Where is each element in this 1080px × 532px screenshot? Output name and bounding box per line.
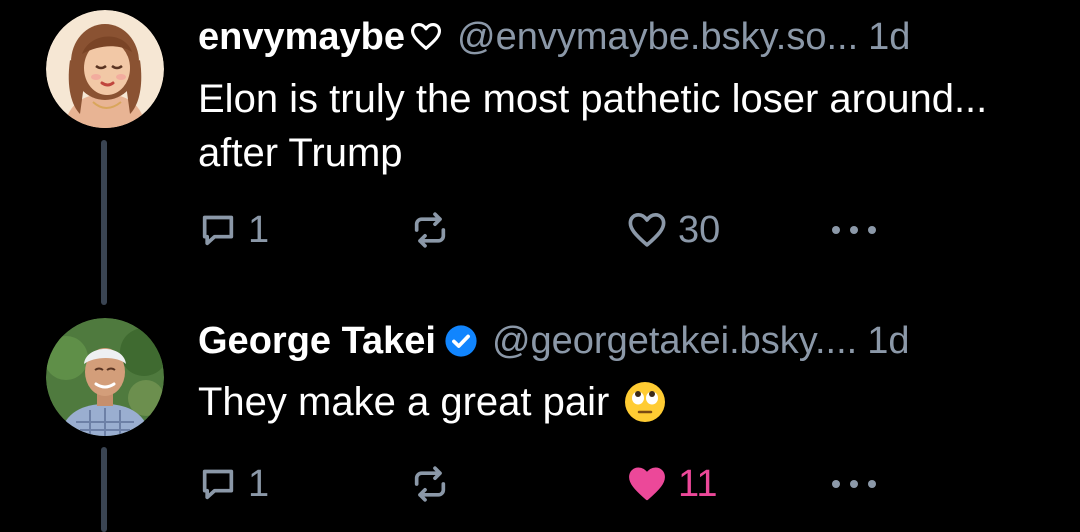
more-options-button[interactable] [830, 205, 878, 255]
timestamp[interactable]: 1d [868, 16, 910, 59]
avatar[interactable] [46, 10, 164, 128]
thread-line [101, 140, 107, 305]
post-actions: 1 30 [198, 205, 898, 255]
reply-icon [202, 469, 234, 500]
like-button[interactable]: 11 [626, 459, 717, 509]
repost-button[interactable] [410, 459, 450, 509]
reply-button[interactable]: 1 [198, 459, 269, 509]
like-count: 11 [678, 462, 718, 505]
avatar-illustration-icon [46, 10, 164, 128]
ellipsis-icon [832, 226, 876, 234]
repost-button[interactable] [410, 205, 450, 255]
like-count: 30 [678, 208, 721, 251]
heart-filled-icon [629, 467, 665, 501]
repost-icon [414, 212, 446, 248]
reply-count: 1 [248, 462, 270, 505]
heart-outline-icon [409, 20, 443, 54]
handle[interactable]: @envymaybe.bsky.so... [457, 16, 858, 59]
display-name[interactable]: George Takei [198, 320, 436, 363]
post-text: They make a great pair [198, 375, 1020, 429]
timestamp[interactable]: 1d [867, 320, 909, 363]
thread-line [101, 447, 107, 532]
post-envymaybe[interactable]: envymaybe @envymaybe.bsky.so... 1d Elon … [0, 0, 1080, 305]
post-text-content: They make a great pair [198, 380, 610, 424]
ellipsis-icon [832, 480, 876, 488]
avatar[interactable] [46, 318, 164, 436]
post-header: George Takei @georgetakei.bsky.... 1d [198, 316, 1040, 366]
heart-outline-icon [628, 212, 666, 247]
reply-count: 1 [248, 208, 270, 251]
like-button[interactable]: 30 [626, 205, 720, 255]
post-georgetakei[interactable]: George Takei @georgetakei.bsky.... 1d Th… [0, 305, 1080, 532]
handle[interactable]: @georgetakei.bsky.... [492, 320, 857, 363]
post-header: envymaybe @envymaybe.bsky.so... 1d [198, 12, 1040, 62]
reply-icon [202, 215, 234, 246]
reply-button[interactable]: 1 [198, 205, 269, 255]
post-actions: 1 11 [198, 459, 898, 509]
display-name[interactable]: envymaybe [198, 16, 405, 59]
post-text: Elon is truly the most pathetic loser ar… [198, 77, 988, 175]
face-with-rolling-eyes-icon [623, 380, 667, 424]
more-options-button[interactable] [830, 459, 878, 509]
repost-icon [414, 466, 446, 502]
verified-check-icon [444, 324, 478, 358]
avatar-photo-icon [46, 318, 164, 436]
